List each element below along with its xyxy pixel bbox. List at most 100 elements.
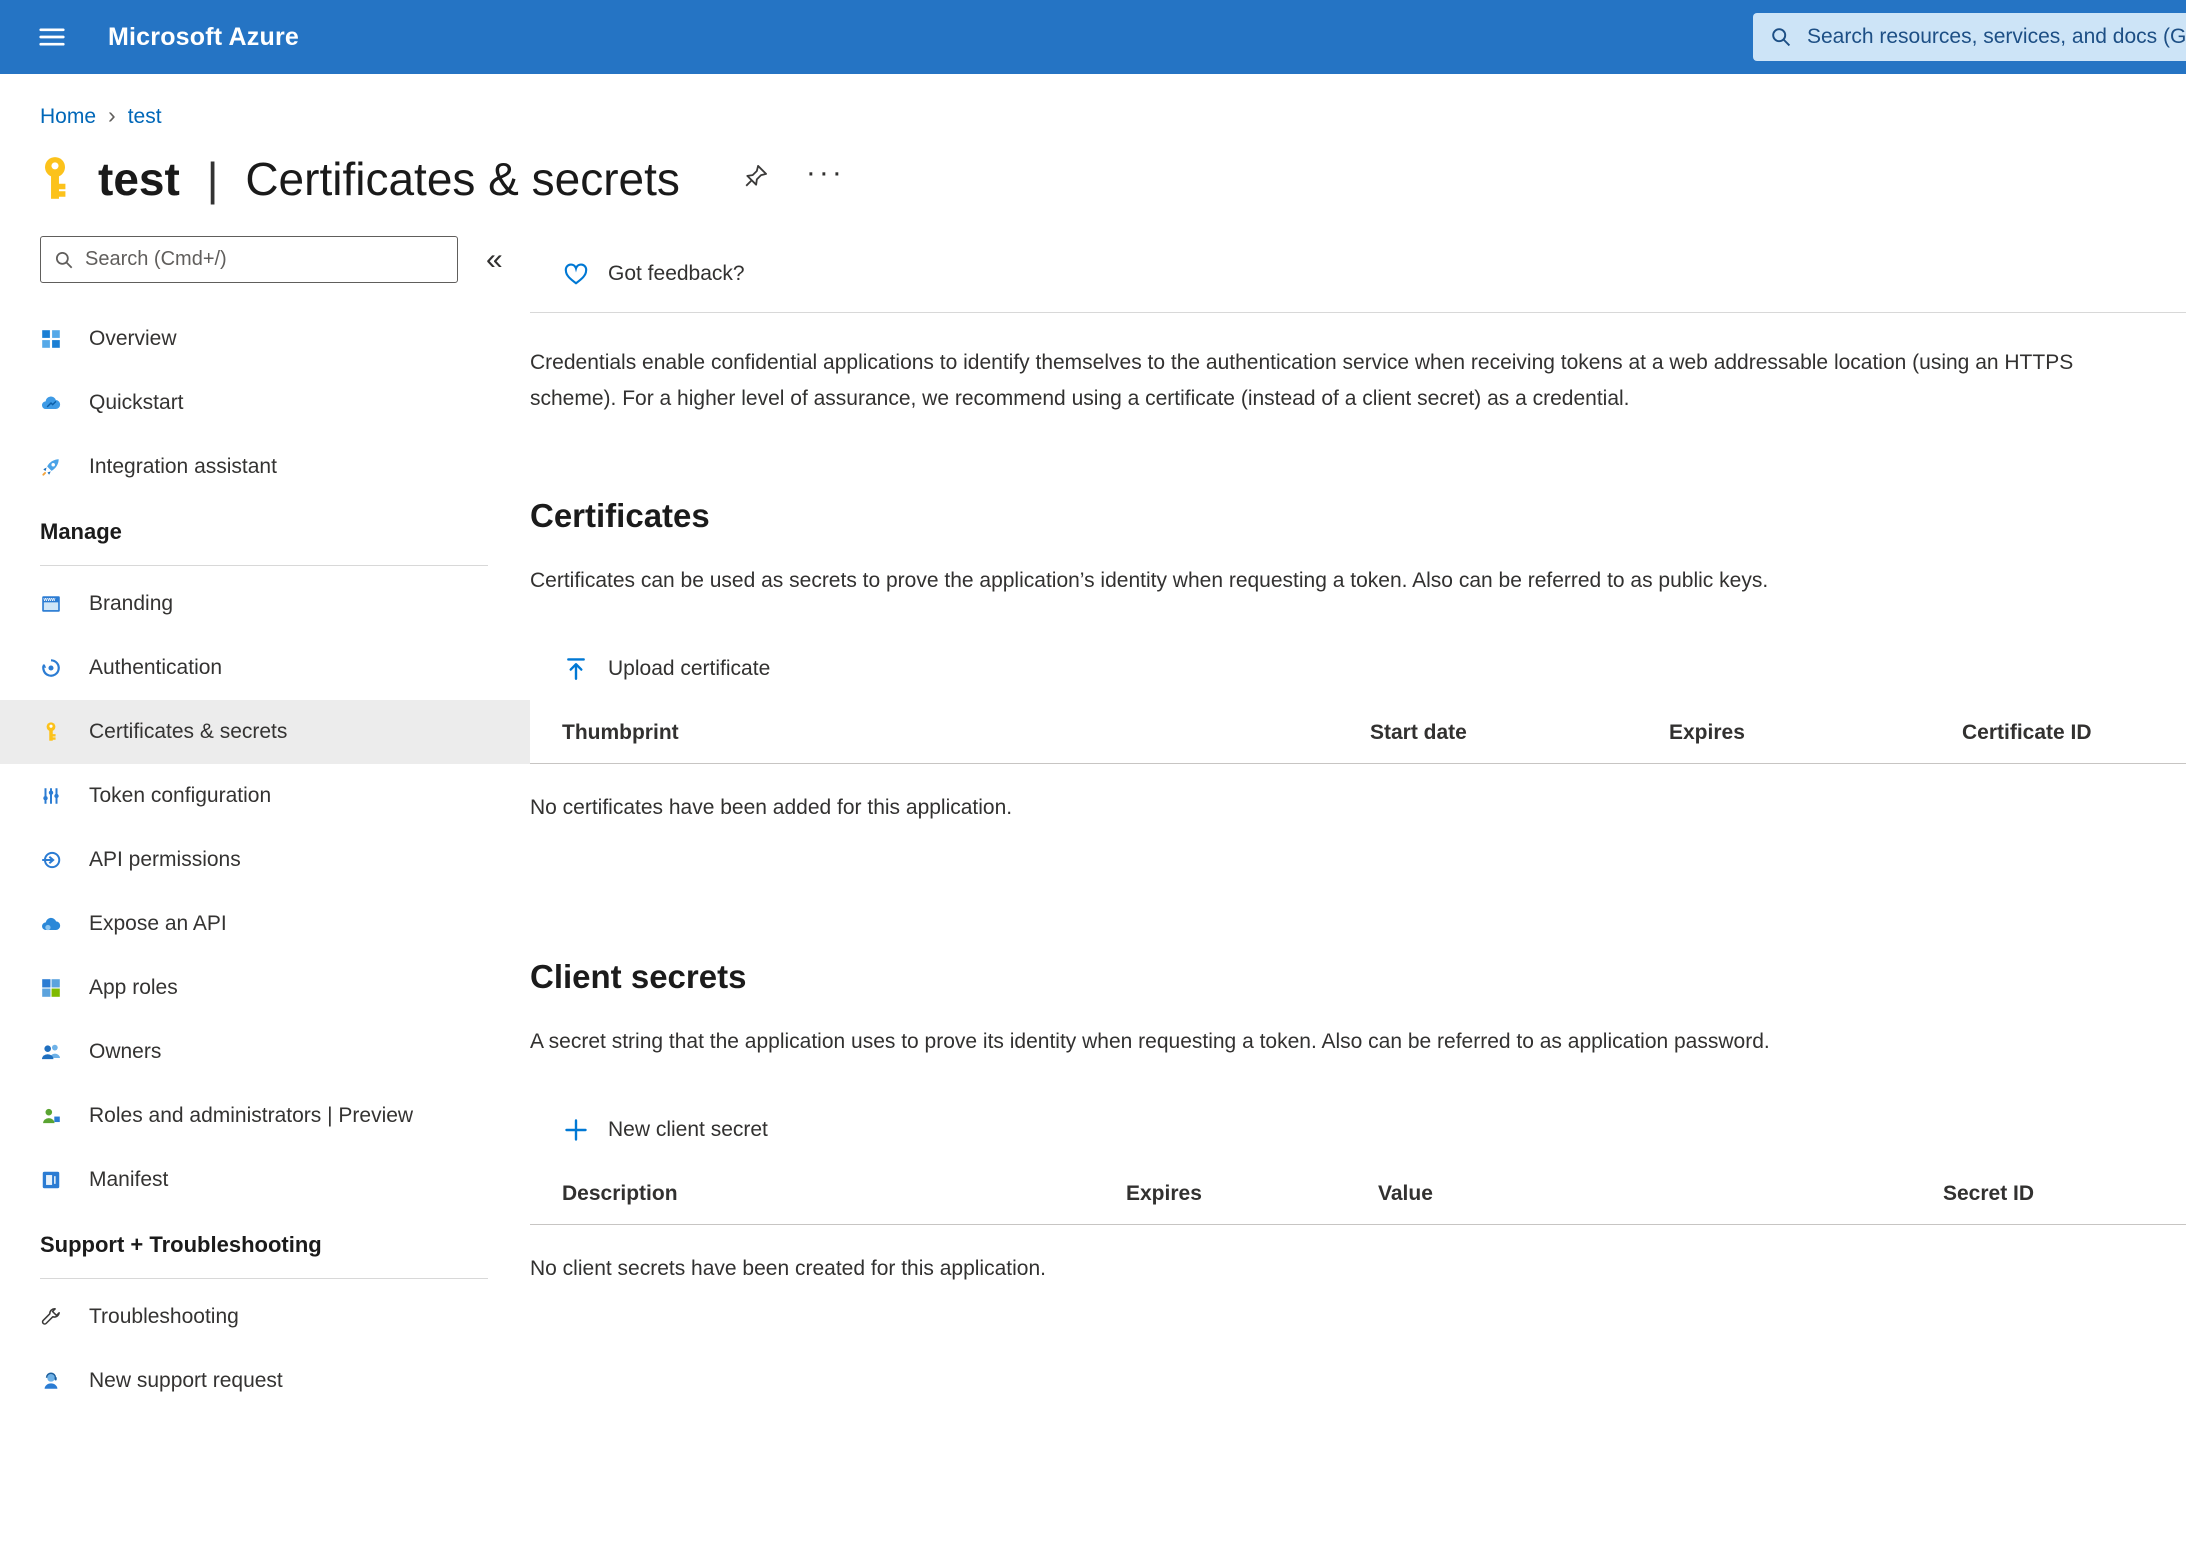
sidebar-item-branding[interactable]: www Branding [0,572,530,636]
page-title-app-name: test [98,153,180,205]
page-title-section: Certificates & secrets [245,153,680,205]
column-header-start-date: Start date [1370,721,1669,745]
sidebar-divider [40,565,488,566]
azure-top-bar: Microsoft Azure [0,0,2186,74]
breadcrumb-home-link[interactable]: Home [40,105,96,129]
microsoft-azure-logo[interactable]: Microsoft Azure [108,23,299,52]
sidebar-item-integration-assistant[interactable]: Integration assistant [0,435,530,499]
sidebar-item-api-permissions[interactable]: API permissions [0,828,530,892]
column-header-description: Description [530,1182,1126,1206]
sidebar-nav: Overview Quickstart Integration assistan… [0,307,530,1413]
sidebar-item-quickstart[interactable]: Quickstart [0,371,530,435]
certificates-heading: Certificates [530,497,2186,535]
sidebar-item-roles-administrators[interactable]: Roles and administrators | Preview [0,1084,530,1148]
key-icon [30,154,80,204]
new-client-secret-button[interactable]: New client secret [530,1116,768,1144]
sidebar-item-label: Expose an API [89,912,227,936]
sidebar-item-label: Token configuration [89,784,271,808]
column-header-certificate-id: Certificate ID [1962,721,2186,745]
command-bar-divider [530,312,2186,313]
svg-text:www: www [43,597,56,603]
sidebar-item-label: Integration assistant [89,455,277,479]
pin-icon[interactable] [742,162,776,196]
sidebar-item-app-roles[interactable]: App roles [0,956,530,1020]
breadcrumb-separator-icon: › [108,104,116,130]
roles-administrators-icon [40,1105,62,1127]
upload-icon [562,655,590,683]
breadcrumb: Home › test [0,74,2186,130]
command-bar: Got feedback? [530,250,2186,298]
column-header-thumbprint: Thumbprint [530,721,1370,745]
sidebar-item-overview[interactable]: Overview [0,307,530,371]
sidebar-item-expose-an-api[interactable]: Expose an API [0,892,530,956]
sidebar-search-box[interactable] [40,236,458,283]
page-title-separator: | [207,153,219,205]
sidebar-item-label: Certificates & secrets [89,720,287,744]
sidebar-item-label: App roles [89,976,178,1000]
client-secrets-table-header: Description Expires Value Secret ID [530,1182,2186,1225]
branding-icon: www [40,593,62,615]
collapse-sidebar-icon[interactable]: « [486,243,503,277]
certificates-secrets-blade: Got feedback? Credentials enable confide… [530,236,2186,1413]
expose-api-icon [40,913,62,935]
sidebar-item-label: Troubleshooting [89,1305,239,1329]
client-secrets-description: A secret string that the application use… [530,1030,2186,1054]
app-roles-icon [40,977,62,999]
new-client-secret-label: New client secret [608,1118,768,1142]
hamburger-menu-icon[interactable] [30,15,74,59]
got-feedback-label: Got feedback? [608,262,745,286]
owners-icon [40,1041,62,1063]
sidebar-item-label: New support request [89,1369,283,1393]
support-request-icon [40,1370,62,1392]
quickstart-icon [40,392,62,414]
upload-certificate-label: Upload certificate [608,657,770,681]
sidebar-item-certificates-secrets[interactable]: Certificates & secrets [0,700,530,764]
certificates-table-header: Thumbprint Start date Expires Certificat… [530,721,2186,764]
column-header-value: Value [1378,1182,1943,1206]
sidebar-search-input[interactable] [85,248,445,271]
overview-icon [40,328,62,350]
sidebar-item-new-support-request[interactable]: New support request [0,1349,530,1413]
sidebar-item-label: API permissions [89,848,241,872]
sidebar-item-token-configuration[interactable]: Token configuration [0,764,530,828]
authentication-icon [40,657,62,679]
sidebar-item-troubleshooting[interactable]: Troubleshooting [0,1285,530,1349]
page-title: test | Certificates & secrets [98,152,680,206]
global-search-box[interactable] [1753,13,2186,61]
client-secrets-heading: Client secrets [530,958,2186,996]
plus-icon [562,1116,590,1144]
sidebar-item-label: Overview [89,327,177,351]
sidebar-item-label: Quickstart [89,391,184,415]
sidebar-item-label: Manifest [89,1168,168,1192]
column-header-secret-id: Secret ID [1943,1182,2186,1206]
sidebar-item-label: Branding [89,592,173,616]
sidebar-item-manifest[interactable]: Manifest [0,1148,530,1212]
troubleshooting-icon [40,1306,62,1328]
search-icon [53,249,75,271]
sidebar-item-owners[interactable]: Owners [0,1020,530,1084]
sidebar-item-label: Roles and administrators | Preview [89,1104,413,1128]
manifest-icon [40,1169,62,1191]
sidebar-item-authentication[interactable]: Authentication [0,636,530,700]
more-options-icon[interactable]: ··· [806,158,845,200]
certificates-icon [40,721,62,743]
page-body: « Overview Quickstart [0,236,2186,1413]
integration-assistant-icon [40,456,62,478]
search-icon [1769,25,1793,49]
heart-icon [562,260,590,288]
breadcrumb-test-link[interactable]: test [128,105,162,129]
sidebar-section-support: Support + Troubleshooting [0,1212,530,1278]
got-feedback-button[interactable]: Got feedback? [562,260,745,288]
page-title-bar: test | Certificates & secrets ··· [0,130,2186,206]
upload-certificate-button[interactable]: Upload certificate [530,655,770,683]
global-search-input[interactable] [1807,25,2186,49]
api-permissions-icon [40,849,62,871]
credentials-intro-text: Credentials enable confidential applicat… [530,345,2186,417]
column-header-expires: Expires [1669,721,1962,745]
column-header-expires: Expires [1126,1182,1378,1206]
sidebar-item-label: Authentication [89,656,222,680]
token-configuration-icon [40,785,62,807]
certificates-empty-message: No certificates have been added for this… [530,796,2186,820]
client-secrets-empty-message: No client secrets have been created for … [530,1257,2186,1281]
certificates-description: Certificates can be used as secrets to p… [530,569,2186,593]
